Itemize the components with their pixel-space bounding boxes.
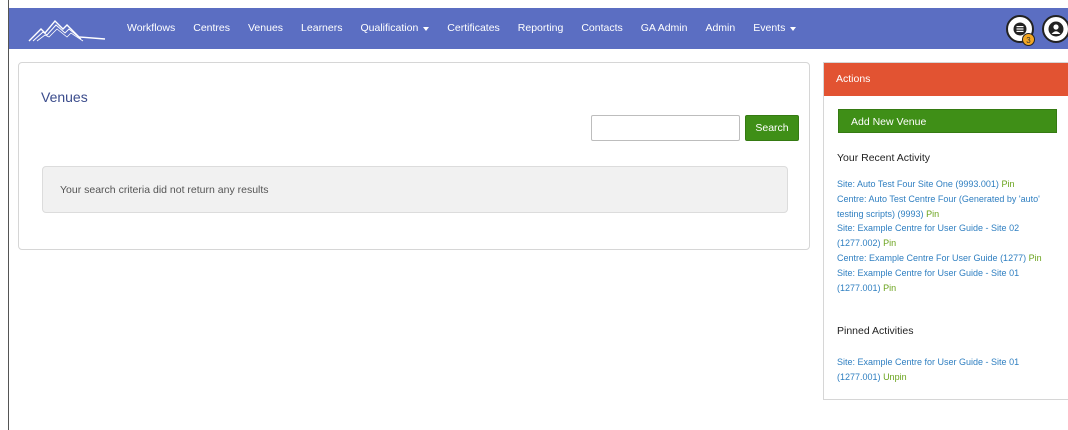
user-menu-button[interactable] xyxy=(1042,15,1068,43)
pin-link[interactable]: Pin xyxy=(883,283,896,293)
pin-link[interactable]: Pin xyxy=(1029,253,1042,263)
recent-activity-list: Site: Auto Test Four Site One (9993.001)… xyxy=(837,177,1049,295)
nav-learners[interactable]: Learners xyxy=(292,8,351,49)
notifications-button[interactable]: 3 xyxy=(1006,15,1035,46)
nav-label: Venues xyxy=(248,22,284,34)
pin-link[interactable]: Pin xyxy=(1001,179,1014,189)
nav-label: Centres xyxy=(193,22,230,34)
empty-results-message: Your search criteria did not return any … xyxy=(60,184,269,196)
list-item: Site: Auto Test Four Site One (9993.001)… xyxy=(837,177,1049,192)
recent-activity-title: Your Recent Activity xyxy=(837,152,930,164)
nav-right-tools: 3 xyxy=(1006,13,1068,46)
nav-label: GA Admin xyxy=(640,22,688,34)
actions-header: Actions xyxy=(824,63,1068,96)
caret-down-icon xyxy=(790,26,797,31)
list-item: Site: Example Centre for User Guide - Si… xyxy=(837,221,1049,251)
unpin-link[interactable]: Unpin xyxy=(883,372,907,382)
nav-label: Learners xyxy=(301,22,343,34)
nav-admin[interactable]: Admin xyxy=(696,8,744,49)
pinned-activities-list: Site: Example Centre for User Guide - Si… xyxy=(837,355,1049,385)
nav-events-dropdown[interactable]: Events xyxy=(744,8,805,49)
search-input[interactable] xyxy=(591,115,740,141)
nav-label: Contacts xyxy=(581,22,623,34)
page-title: Venues xyxy=(41,89,88,105)
pinned-activities-title: Pinned Activities xyxy=(837,325,914,337)
nav-menu: Workflows Centres Venues Learners Qualif… xyxy=(118,8,805,49)
nav-ga-admin[interactable]: GA Admin xyxy=(632,8,697,49)
add-new-venue-button[interactable]: Add New Venue xyxy=(838,109,1057,133)
list-item: Centre: Auto Test Centre Four (Generated… xyxy=(837,192,1049,222)
list-item: Site: Example Centre for User Guide - Si… xyxy=(837,355,1049,385)
nav-label: Admin xyxy=(705,22,736,34)
nav-workflows[interactable]: Workflows xyxy=(118,8,184,49)
pin-link[interactable]: Pin xyxy=(883,238,896,248)
user-icon xyxy=(1048,21,1064,37)
window-border xyxy=(8,0,9,430)
nav-certificates[interactable]: Certificates xyxy=(438,8,509,49)
caret-down-icon xyxy=(423,26,430,31)
recent-activity-link[interactable]: Site: Auto Test Four Site One (9993.001) xyxy=(837,179,999,189)
notification-badge: 3 xyxy=(1022,33,1035,46)
recent-activity-link[interactable]: Site: Example Centre for User Guide - Si… xyxy=(837,268,1019,293)
logo-mountain-icon[interactable] xyxy=(27,15,107,43)
nav-centres[interactable]: Centres xyxy=(184,8,239,49)
nav-label: Qualification xyxy=(360,22,419,34)
recent-activity-link[interactable]: Site: Example Centre for User Guide - Si… xyxy=(837,223,1019,248)
pin-link[interactable]: Pin xyxy=(926,209,939,219)
nav-label: Events xyxy=(753,22,786,34)
recent-activity-link[interactable]: Centre: Example Centre For User Guide (1… xyxy=(837,253,1026,263)
nav-venues[interactable]: Venues xyxy=(239,8,292,49)
nav-reporting[interactable]: Reporting xyxy=(509,8,573,49)
actions-sidebar: Actions Add New Venue Your Recent Activi… xyxy=(823,62,1068,400)
list-item: Centre: Example Centre For User Guide (1… xyxy=(837,251,1049,266)
nav-contacts[interactable]: Contacts xyxy=(572,8,631,49)
top-navbar: Workflows Centres Venues Learners Qualif… xyxy=(9,8,1068,49)
nav-qualification-dropdown[interactable]: Qualification xyxy=(352,8,439,49)
nav-label: Reporting xyxy=(517,22,564,34)
list-item: Site: Example Centre for User Guide - Si… xyxy=(837,266,1049,296)
search-button[interactable]: Search xyxy=(745,115,799,141)
empty-results-box: Your search criteria did not return any … xyxy=(42,166,788,213)
nav-label: Certificates xyxy=(447,22,500,34)
nav-label: Workflows xyxy=(127,22,176,34)
venues-panel: Venues Search Your search criteria did n… xyxy=(18,62,810,250)
pinned-activity-link[interactable]: Site: Example Centre for User Guide - Si… xyxy=(837,357,1019,382)
